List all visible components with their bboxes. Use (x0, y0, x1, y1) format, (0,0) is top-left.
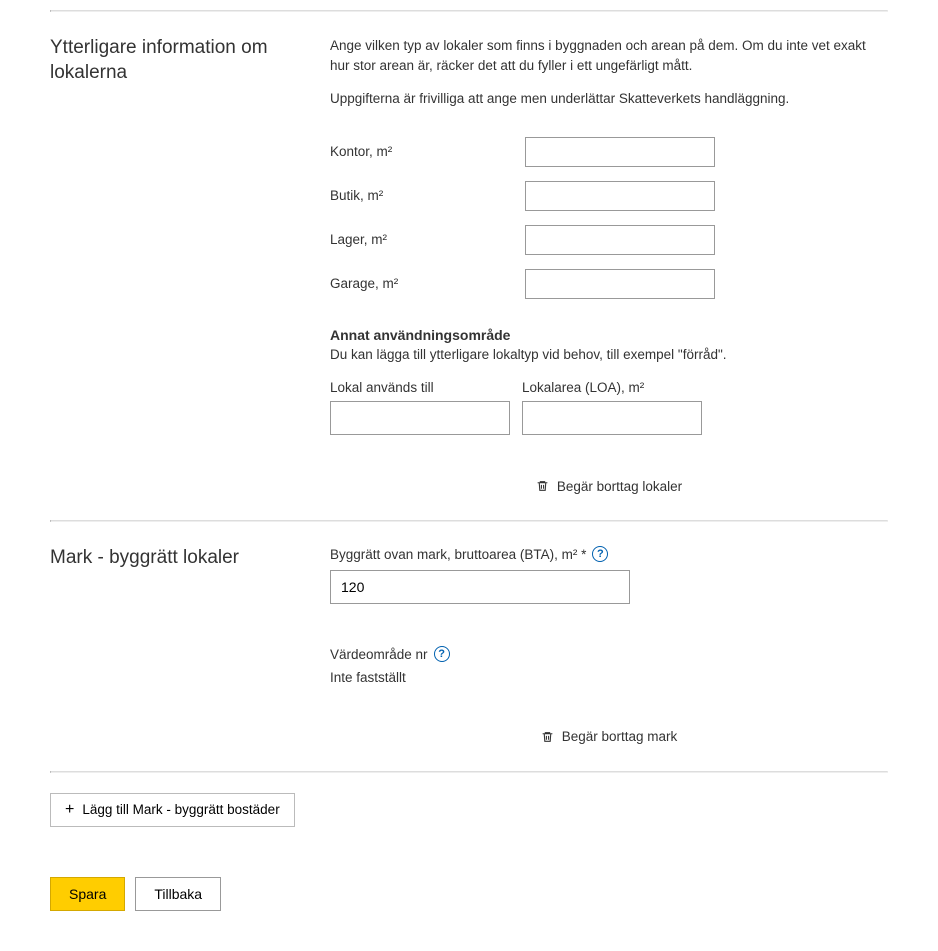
annat-help: Du kan lägga till ytterligare lokaltyp v… (330, 347, 888, 362)
add-mark-byggratt-button[interactable]: + Lägg till Mark - byggrätt bostäder (50, 793, 295, 827)
save-button[interactable]: Spara (50, 877, 125, 911)
kontor-input[interactable] (525, 137, 715, 167)
butik-label: Butik, m² (330, 188, 525, 203)
section-lokaler: Ytterligare information om lokalerna Ang… (50, 12, 888, 520)
byggratt-input[interactable] (330, 570, 630, 604)
back-button[interactable]: Tillbaka (135, 877, 221, 911)
byggratt-label: Byggrätt ovan mark, bruttoarea (BTA), m²… (330, 547, 586, 562)
divider-bottom (50, 771, 888, 773)
lager-input[interactable] (525, 225, 715, 255)
annat-heading: Annat användningsområde (330, 327, 888, 343)
garage-label: Garage, m² (330, 276, 525, 291)
butik-input[interactable] (525, 181, 715, 211)
remove-mark-button[interactable]: Begär borttag mark (541, 729, 678, 744)
add-button-label: Lägg till Mark - byggrätt bostäder (82, 802, 279, 817)
help-icon[interactable]: ? (592, 546, 608, 562)
remove-mark-label: Begär borttag mark (562, 729, 678, 744)
lager-label: Lager, m² (330, 232, 525, 247)
remove-lokaler-button[interactable]: Begär borttag lokaler (536, 479, 682, 494)
trash-icon (541, 730, 554, 744)
garage-input[interactable] (525, 269, 715, 299)
intro-paragraph-2: Uppgifterna är frivilliga att ange men u… (330, 89, 888, 109)
lokal-anvands-label: Lokal används till (330, 380, 510, 395)
vardesomrade-label: Värdeområde nr (330, 647, 428, 662)
section-lokaler-heading: Ytterligare information om lokalerna (50, 36, 310, 85)
lokal-anvands-input[interactable] (330, 401, 510, 435)
vardesomrade-value: Inte fastställt (330, 670, 888, 685)
lokalarea-label: Lokalarea (LOA), m² (522, 380, 702, 395)
remove-lokaler-label: Begär borttag lokaler (557, 479, 682, 494)
plus-icon: + (65, 802, 74, 818)
section-mark-heading: Mark - byggrätt lokaler (50, 546, 310, 571)
kontor-label: Kontor, m² (330, 144, 525, 159)
section-mark: Mark - byggrätt lokaler Byggrätt ovan ma… (50, 522, 888, 771)
trash-icon (536, 479, 549, 493)
help-icon[interactable]: ? (434, 646, 450, 662)
intro-paragraph-1: Ange vilken typ av lokaler som finns i b… (330, 36, 888, 77)
lokalarea-input[interactable] (522, 401, 702, 435)
